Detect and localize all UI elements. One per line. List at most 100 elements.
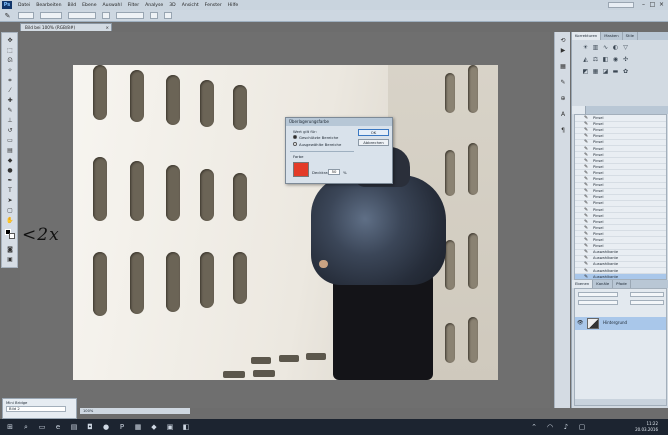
background-color-swatch[interactable] — [9, 233, 15, 239]
menu-filter[interactable]: Filter — [125, 3, 142, 8]
posterize-icon[interactable]: ▦ — [592, 68, 599, 75]
brightness-icon[interactable]: ☀ — [582, 44, 589, 51]
blur-tool-icon[interactable]: ◆ — [5, 156, 15, 165]
search-icon[interactable]: ⌕ — [22, 423, 30, 431]
volume-icon[interactable]: ♪ — [562, 423, 570, 431]
tray-icon[interactable]: ⌃ — [530, 423, 538, 431]
history-source-checkbox[interactable] — [577, 249, 582, 254]
app-task-icon-4[interactable]: ◧ — [182, 423, 190, 431]
menu-bearbeiten[interactable]: Bearbeiten — [33, 3, 64, 8]
windows-start-icon[interactable]: ⊞ — [6, 423, 14, 431]
marquee-tool-icon[interactable]: ⬚ — [5, 46, 15, 55]
tab-masks[interactable]: Masken — [601, 32, 623, 40]
menu-ebene[interactable]: Ebene — [79, 3, 99, 8]
history-brush-tool-icon[interactable]: ↺ — [5, 126, 15, 135]
hand-tool-icon[interactable]: ✋ — [5, 216, 15, 225]
brush-tool-icon[interactable]: ✎ — [5, 106, 15, 115]
character-panel-icon[interactable]: A — [558, 110, 568, 119]
levels-icon[interactable]: ▥ — [592, 44, 599, 51]
exposure-icon[interactable]: ◐ — [612, 44, 619, 51]
blend-mode-select[interactable] — [578, 292, 618, 297]
app-task-icon-3[interactable]: ▣ — [166, 423, 174, 431]
brush-tool-icon[interactable]: ✎ — [3, 12, 12, 20]
tab-paths[interactable]: Pfade — [613, 280, 631, 288]
threshold-icon[interactable]: ◪ — [602, 68, 609, 75]
selective-color-icon[interactable]: ✿ — [622, 68, 629, 75]
notification-icon[interactable]: ▢ — [578, 423, 586, 431]
minimize-icon[interactable]: – — [639, 1, 648, 8]
invert-icon[interactable]: ◩ — [582, 68, 589, 75]
eraser-tool-icon[interactable]: ▭ — [5, 136, 15, 145]
history-source-checkbox[interactable] — [577, 164, 582, 169]
explorer-icon[interactable]: ▤ — [70, 423, 78, 431]
history-source-checkbox[interactable] — [577, 170, 582, 175]
edge-icon[interactable]: e — [54, 423, 62, 431]
firefox-icon[interactable]: ● — [102, 423, 110, 431]
opacity-field[interactable] — [68, 12, 96, 19]
history-source-checkbox[interactable] — [577, 261, 582, 266]
quick-mask-icon[interactable]: ◙ — [5, 245, 15, 254]
history-source-checkbox[interactable] — [577, 213, 582, 218]
mode-select[interactable] — [40, 12, 62, 19]
type-tool-icon[interactable]: T — [5, 186, 15, 195]
history-source-checkbox[interactable] — [577, 231, 582, 236]
airbrush-toggle[interactable] — [150, 12, 158, 19]
gradient-tool-icon[interactable]: ▤ — [5, 146, 15, 155]
maximize-icon[interactable]: □ — [648, 1, 657, 8]
image-canvas[interactable] — [73, 65, 498, 380]
move-tool-icon[interactable]: ✥ — [5, 36, 15, 45]
pen-tool-icon[interactable]: ✒ — [5, 176, 15, 185]
history-source-checkbox[interactable] — [577, 237, 582, 242]
radio-selected-areas[interactable] — [293, 142, 297, 146]
quick-select-tool-icon[interactable]: ✧ — [5, 66, 15, 75]
history-source-checkbox[interactable] — [577, 176, 582, 181]
brush-panel-icon[interactable]: ✎ — [558, 78, 568, 87]
overlay-color-swatch[interactable] — [293, 162, 309, 177]
pressure-size-toggle[interactable] — [164, 12, 172, 19]
photo-filter-icon[interactable]: ◉ — [612, 56, 619, 63]
tab-history[interactable] — [572, 106, 587, 114]
menu-bild[interactable]: Bild — [65, 3, 80, 8]
eyedropper-tool-icon[interactable]: ⁄ — [5, 86, 15, 95]
history-source-checkbox[interactable] — [577, 194, 582, 199]
history-panel-icon[interactable]: ⟲ — [558, 36, 568, 45]
menu-fenster[interactable]: Fenster — [202, 3, 225, 8]
ok-button[interactable]: OK — [358, 129, 389, 136]
history-source-checkbox[interactable] — [577, 182, 582, 187]
close-tab-icon[interactable]: × — [105, 24, 109, 31]
eye-icon[interactable]: 👁 — [577, 320, 583, 326]
menu-analyse[interactable]: Analyse — [142, 3, 166, 8]
history-source-checkbox[interactable] — [577, 127, 582, 132]
pressure-opacity-toggle[interactable] — [102, 12, 110, 19]
dodge-tool-icon[interactable]: ● — [5, 166, 15, 175]
healing-tool-icon[interactable]: ✚ — [5, 96, 15, 105]
document-tab[interactable]: Bild bei 100% (RGB/8#) × — [20, 23, 112, 31]
flow-field[interactable] — [116, 12, 144, 19]
layer-row[interactable]: 👁 Hintergrund — [575, 317, 666, 330]
history-source-checkbox[interactable] — [577, 188, 582, 193]
actions-panel-icon[interactable]: ▶ — [558, 46, 568, 55]
history-source-checkbox[interactable] — [577, 200, 582, 205]
history-source-checkbox[interactable] — [577, 225, 582, 230]
vibrance-icon[interactable]: ▽ — [622, 44, 629, 51]
network-icon[interactable]: ◠ — [546, 423, 554, 431]
brush-preset-picker[interactable] — [18, 12, 34, 19]
menu-datei[interactable]: Datei — [15, 3, 33, 8]
mini-bridge-item[interactable]: Bild 2 — [6, 406, 66, 412]
bw-icon[interactable]: ◧ — [602, 56, 609, 63]
screen-mode-icon[interactable]: ▣ — [5, 255, 15, 264]
lasso-tool-icon[interactable]: ᘏ — [5, 56, 15, 65]
tab-channels[interactable]: Kanäle — [593, 280, 614, 288]
history-source-checkbox[interactable] — [577, 115, 582, 120]
curves-icon[interactable]: ∿ — [602, 44, 609, 51]
gradient-map-icon[interactable]: ▬ — [612, 68, 619, 75]
history-source-checkbox[interactable] — [577, 219, 582, 224]
menu-3d[interactable]: 3D — [166, 3, 178, 8]
history-source-checkbox[interactable] — [577, 158, 582, 163]
store-icon[interactable]: ◘ — [86, 423, 94, 431]
stamp-tool-icon[interactable]: ⊥ — [5, 116, 15, 125]
menu-ansicht[interactable]: Ansicht — [179, 3, 202, 8]
app-task-icon[interactable]: ▦ — [134, 423, 142, 431]
history-source-checkbox[interactable] — [577, 152, 582, 157]
close-icon[interactable]: × — [657, 1, 666, 8]
